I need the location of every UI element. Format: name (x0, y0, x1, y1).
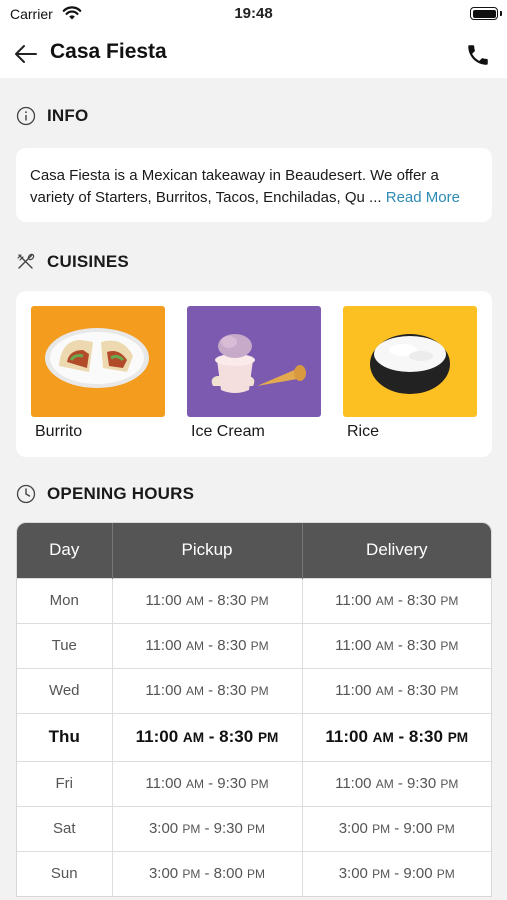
info-section-header: INFO (16, 104, 88, 128)
rice-image (343, 306, 477, 417)
burrito-image (31, 306, 165, 417)
clock-icon (16, 484, 36, 504)
opening-hours-section-header: OPENING HOURS (16, 482, 194, 506)
phone-icon[interactable] (465, 42, 491, 68)
info-description-line-1: Casa Fiesta is a Mexican takeaway in Bea… (30, 167, 439, 184)
info-card: Casa Fiesta is a Mexican takeaway in Bea… (16, 148, 492, 222)
battery-tip (500, 11, 502, 16)
cell-day: Fri (17, 760, 113, 806)
cell-day: Thu (17, 712, 113, 761)
cuisines-card: Burrito Ice Cream Rice (16, 291, 492, 457)
cell-day: Sun (17, 850, 113, 896)
ice-cream-image (187, 306, 321, 417)
table-row: Tue 11:00 AM - 8:30 PM 11:00 AM - 8:30 PM (17, 622, 491, 668)
cell-day: Wed (17, 667, 113, 713)
cell-delivery: 11:00 AM - 8:30 PM (302, 622, 491, 668)
cuisine-label-ice-cream: Ice Cream (191, 423, 265, 440)
nav-bar: Casa Fiesta (0, 30, 507, 78)
cell-delivery: 11:00 AM - 8:30 PM (302, 667, 491, 713)
cell-delivery: 11:00 AM - 8:30 PM (302, 712, 491, 761)
cuisine-item-rice[interactable]: Rice (343, 306, 477, 441)
cell-pickup: 11:00 AM - 8:30 PM (112, 622, 303, 668)
cell-delivery: 3:00 PM - 9:00 PM (302, 805, 491, 851)
info-description-line-2: variety of Starters, Burritos, Tacos, En… (30, 187, 478, 209)
utensils-icon (17, 253, 35, 269)
column-header-pickup: Pickup (112, 523, 303, 578)
cell-day: Mon (17, 577, 113, 623)
cell-pickup: 3:00 PM - 8:00 PM (112, 850, 303, 896)
cuisine-item-burrito[interactable]: Burrito (31, 306, 165, 441)
cell-pickup: 11:00 AM - 8:30 PM (112, 577, 303, 623)
opening-hours-table: Day Pickup Delivery Mon 11:00 AM - 8:30 P… (16, 522, 492, 897)
status-bar: Carrier 19:48 (0, 0, 507, 30)
battery-icon (470, 7, 498, 20)
cuisine-item-ice-cream[interactable]: Ice Cream (187, 306, 321, 441)
table-header-row: Day Pickup Delivery (17, 523, 491, 578)
table-row: Wed 11:00 AM - 8:30 PM 11:00 AM - 8:30 PM (17, 667, 491, 713)
cell-pickup: 11:00 AM - 8:30 PM (112, 667, 303, 713)
table-row: Fri 11:00 AM - 9:30 PM 11:00 AM - 9:30 PM (17, 760, 491, 806)
table-row: Sat 3:00 PM - 9:30 PM 3:00 PM - 9:00 PM (17, 805, 491, 851)
cell-day: Tue (17, 622, 113, 668)
cell-day: Sat (17, 805, 113, 851)
cell-delivery: 11:00 AM - 9:30 PM (302, 760, 491, 806)
table-row: Sun 3:00 PM - 8:00 PM 3:00 PM - 9:00 PM (17, 850, 491, 896)
cell-pickup: 11:00 AM - 8:30 PM (112, 712, 303, 761)
cell-pickup: 11:00 AM - 9:30 PM (112, 760, 303, 806)
cuisines-heading: CUISINES (47, 252, 129, 271)
read-more-link[interactable]: Read More (386, 189, 460, 206)
cell-pickup: 3:00 PM - 9:30 PM (112, 805, 303, 851)
info-heading: INFO (47, 106, 89, 125)
status-time: 19:48 (234, 5, 273, 22)
cell-delivery: 11:00 AM - 8:30 PM (302, 577, 491, 623)
info-icon (16, 106, 36, 126)
column-header-delivery: Delivery (302, 523, 491, 578)
cuisine-label-rice: Rice (347, 423, 380, 440)
cell-delivery: 3:00 PM - 9:00 PM (302, 850, 491, 896)
table-row: Thu 11:00 AM - 8:30 PM 11:00 AM - 8:30 PM (17, 712, 491, 761)
cuisine-label-burrito: Burrito (35, 423, 83, 440)
column-header-day: Day (17, 523, 113, 578)
opening-hours-heading: OPENING HOURS (47, 484, 195, 503)
info-description-text: variety of Starters, Burritos, Tacos, En… (30, 189, 365, 206)
back-arrow-icon[interactable] (12, 40, 40, 68)
page-title: Casa Fiesta (50, 40, 167, 63)
ellipsis: ... (369, 189, 382, 206)
table-row: Mon 11:00 AM - 8:30 PM 11:00 AM - 8:30 PM (17, 577, 491, 623)
cuisines-section-header: CUISINES (16, 250, 129, 274)
